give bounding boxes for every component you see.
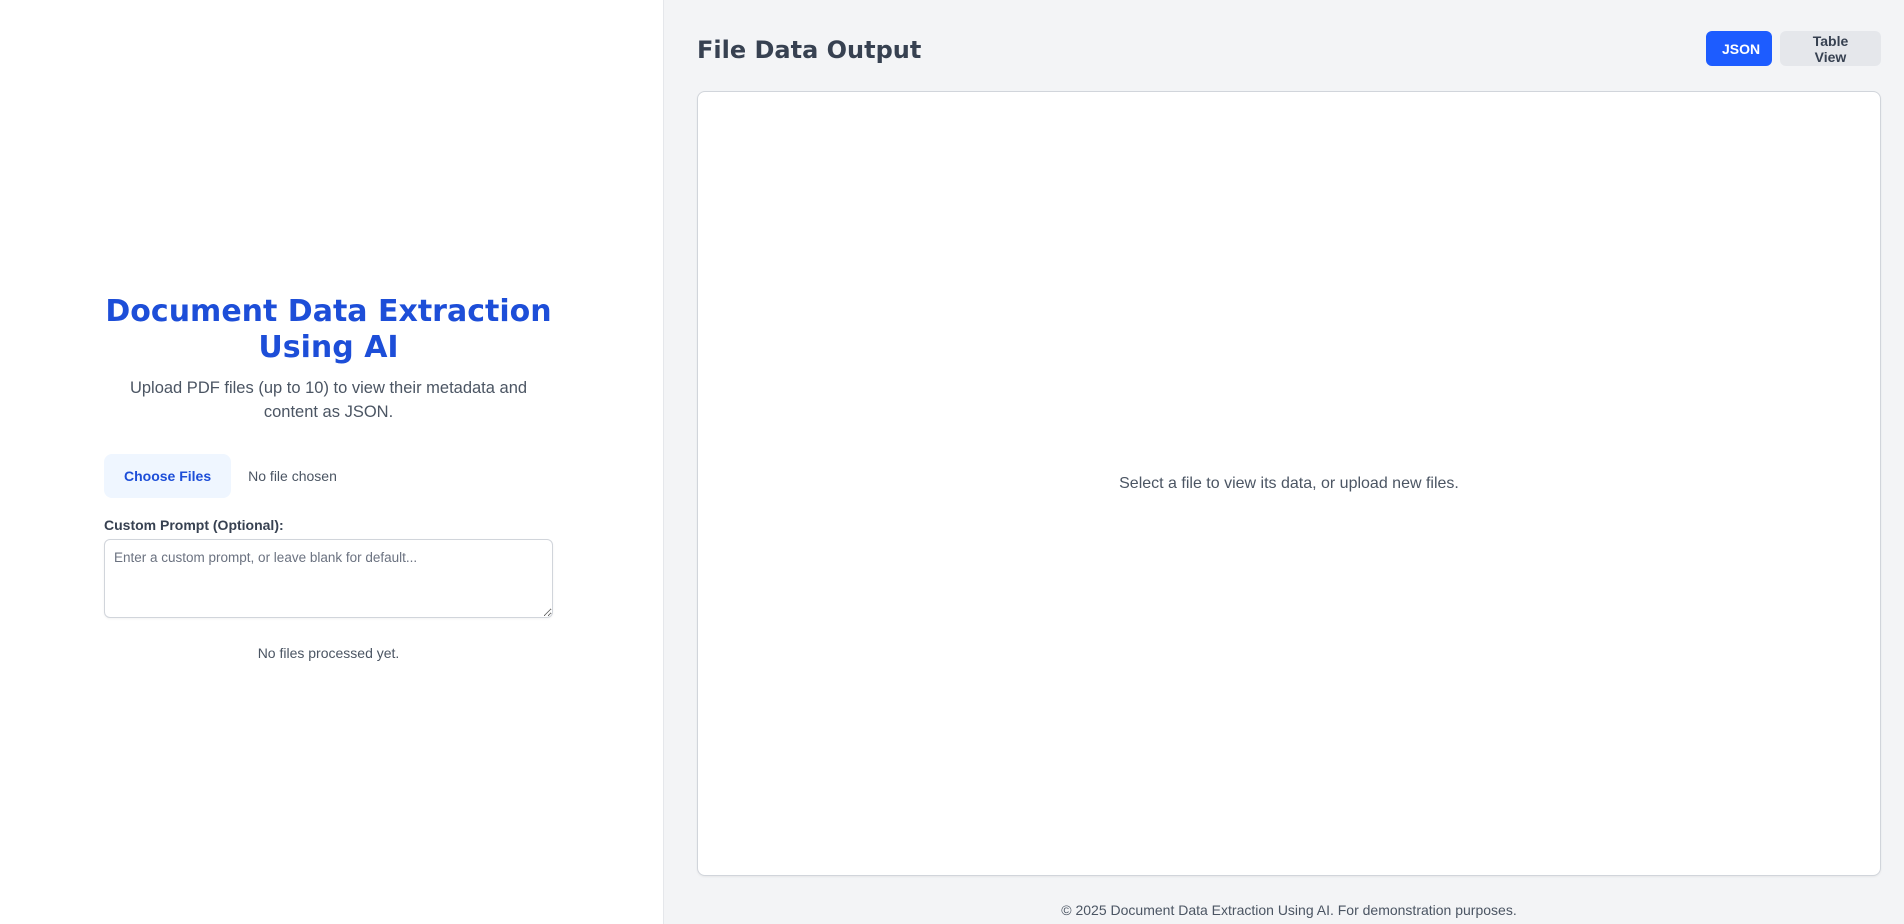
- custom-prompt-label: Custom Prompt (Optional):: [104, 517, 284, 533]
- upload-panel-content: Document Data Extraction Using AI Upload…: [104, 294, 553, 661]
- app-root: Document Data Extraction Using AI Upload…: [0, 0, 1904, 924]
- output-panel: Select a file to view its data, or uploa…: [697, 91, 1881, 876]
- file-chosen-status: No file chosen: [248, 468, 337, 484]
- upload-panel: Document Data Extraction Using AI Upload…: [0, 0, 664, 924]
- json-view-button[interactable]: JSON: [1706, 31, 1772, 66]
- page-subtitle: Upload PDF files (up to 10) to view thei…: [129, 379, 528, 421]
- custom-prompt-input[interactable]: [104, 539, 553, 618]
- empty-output-message: Select a file to view its data, or uploa…: [1119, 474, 1459, 492]
- choose-files-button[interactable]: Choose Files: [104, 454, 232, 498]
- table-view-button[interactable]: Table View: [1780, 31, 1881, 66]
- processed-files-status: No files processed yet.: [257, 645, 400, 661]
- page-title-line2: Using AI: [258, 330, 399, 365]
- file-input-row: Choose Files No file chosen: [104, 454, 553, 498]
- output-title: File Data Output: [697, 36, 922, 64]
- page-title-line1: Document Data Extraction: [105, 294, 552, 329]
- view-toggle: JSON Table View: [1706, 31, 1881, 66]
- page-title: Document Data Extraction Using AI: [104, 294, 553, 366]
- output-section: File Data Output JSON Table View Select …: [664, 0, 1904, 924]
- page-footer: © 2025 Document Data Extraction Using AI…: [1061, 902, 1517, 918]
